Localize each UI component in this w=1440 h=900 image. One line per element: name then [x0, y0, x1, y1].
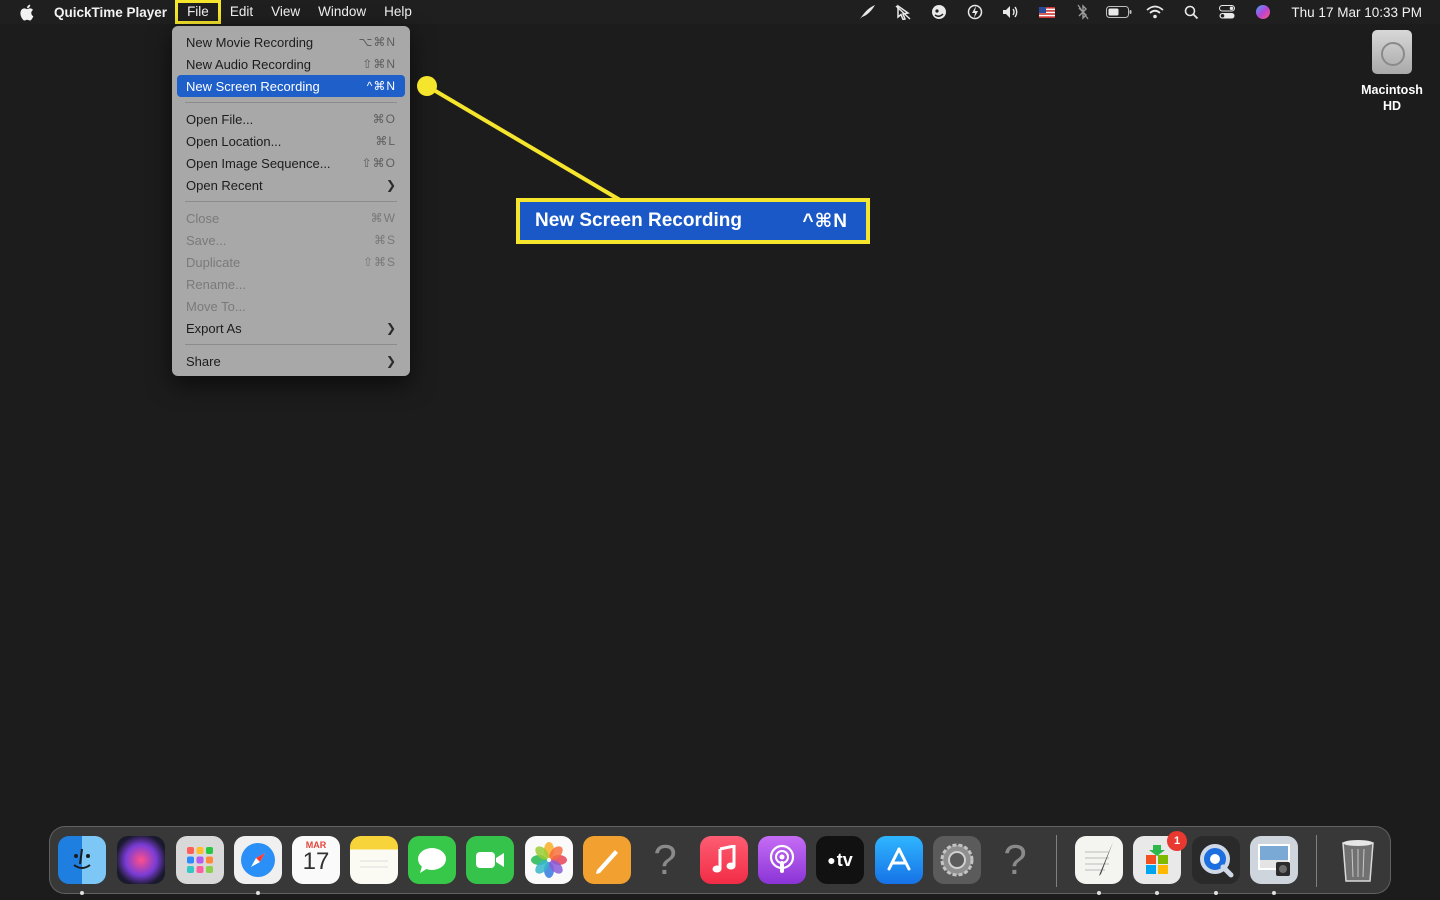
window-menu[interactable]: Window: [309, 0, 375, 24]
status-area: Thu 17 Mar 10:33 PM: [849, 0, 1422, 24]
question-mark-icon[interactable]: ?: [991, 836, 1039, 884]
podcasts-icon[interactable]: [758, 836, 806, 884]
running-indicator: [1155, 891, 1159, 895]
apple-menu-icon[interactable]: [0, 0, 52, 24]
chevron-right-icon: ❯: [385, 321, 396, 335]
dock: MAR 17 ? ● tv ? 1: [49, 826, 1391, 895]
volume-icon[interactable]: [993, 0, 1029, 24]
menu-item-new-movie-recording[interactable]: New Movie Recording ⌥⌘N: [177, 31, 405, 53]
pages-icon[interactable]: [583, 836, 631, 884]
globe-face-icon[interactable]: [921, 0, 957, 24]
macintosh-hd-desktop-icon[interactable]: Macintosh HD: [1352, 30, 1432, 114]
drive-label: Macintosh HD: [1361, 83, 1423, 113]
menu-item-new-screen-recording[interactable]: New Screen Recording ^⌘N: [177, 75, 405, 97]
dock-divider: [1056, 835, 1057, 887]
menu-item-open-image-sequence[interactable]: Open Image Sequence... ⇧⌘O: [177, 152, 405, 174]
menu-separator: [185, 201, 397, 202]
wifi-icon[interactable]: [1137, 0, 1173, 24]
menu-item-open-location[interactable]: Open Location... ⌘L: [177, 130, 405, 152]
notification-badge: 1: [1167, 831, 1187, 851]
running-indicator: [1097, 891, 1101, 895]
callout-label: New Screen Recording: [535, 210, 742, 231]
finder-icon[interactable]: [58, 836, 106, 884]
trash-icon[interactable]: [1334, 836, 1382, 884]
file-menu[interactable]: File: [175, 0, 221, 24]
launchpad-icon[interactable]: [176, 836, 224, 884]
menu-separator: [185, 344, 397, 345]
menubar-clock[interactable]: Thu 17 Mar 10:33 PM: [1291, 5, 1422, 20]
question-mark-icon[interactable]: ?: [641, 836, 689, 884]
facetime-icon[interactable]: [466, 836, 514, 884]
edit-menu[interactable]: Edit: [221, 0, 262, 24]
chevron-right-icon: ❯: [385, 178, 396, 192]
microsoft-autoupdate-icon[interactable]: 1: [1133, 831, 1187, 884]
view-menu[interactable]: View: [262, 0, 309, 24]
control-center-icon[interactable]: [1209, 0, 1245, 24]
app-name-menu[interactable]: QuickTime Player: [52, 5, 169, 20]
menu-item-export-as[interactable]: Export As ❯: [177, 317, 405, 339]
bluetooth-icon[interactable]: [1065, 0, 1101, 24]
dock-divider: [1316, 835, 1317, 887]
apple-logo-icon: ●: [827, 852, 836, 868]
help-menu[interactable]: Help: [375, 0, 421, 24]
file-menu-dropdown: New Movie Recording ⌥⌘N New Audio Record…: [172, 26, 410, 376]
menu-item-share[interactable]: Share ❯: [177, 350, 405, 372]
messages-icon[interactable]: [408, 836, 456, 884]
menu-separator: [185, 102, 397, 103]
siri-icon[interactable]: [1245, 0, 1281, 24]
running-indicator: [256, 891, 260, 895]
menu-item-open-recent[interactable]: Open Recent ❯: [177, 174, 405, 196]
chevron-right-icon: ❯: [385, 354, 396, 368]
search-icon[interactable]: [1173, 0, 1209, 24]
menu-item-open-file[interactable]: Open File... ⌘O: [177, 108, 405, 130]
music-icon[interactable]: [700, 836, 748, 884]
feather-icon[interactable]: [849, 0, 885, 24]
menu-bar: QuickTime Player File Edit View Window H…: [0, 0, 1440, 24]
menu-item-new-audio-recording[interactable]: New Audio Recording ⇧⌘N: [177, 53, 405, 75]
hard-drive-icon: [1372, 30, 1412, 74]
cursor-off-icon[interactable]: [885, 0, 921, 24]
textedit-icon[interactable]: [1075, 836, 1123, 884]
battery-icon[interactable]: [1101, 0, 1137, 24]
menu-item-duplicate[interactable]: Duplicate ⇧⌘S: [177, 251, 405, 273]
quicktime-player-icon[interactable]: [1192, 836, 1240, 884]
us-flag-icon[interactable]: [1029, 0, 1065, 24]
running-indicator: [1272, 891, 1276, 895]
app-store-icon[interactable]: [875, 836, 923, 884]
menu-item-close[interactable]: Close ⌘W: [177, 207, 405, 229]
running-indicator: [1214, 891, 1218, 895]
menu-item-save[interactable]: Save... ⌘S: [177, 229, 405, 251]
menu-item-move-to[interactable]: Move To...: [177, 295, 405, 317]
apple-tv-icon[interactable]: ● tv: [816, 836, 864, 884]
callout-zoom-box: New Screen Recording ^⌘N: [516, 198, 870, 244]
siri-app-icon[interactable]: [117, 836, 165, 884]
system-preferences-icon[interactable]: [933, 836, 981, 884]
photos-icon[interactable]: [525, 836, 573, 884]
menu-item-rename[interactable]: Rename...: [177, 273, 405, 295]
callout-shortcut: ^⌘N: [802, 210, 848, 232]
bolt-icon[interactable]: [957, 0, 993, 24]
preview-icon[interactable]: [1250, 836, 1298, 884]
safari-icon[interactable]: [234, 836, 282, 884]
running-indicator: [80, 891, 84, 895]
calendar-icon[interactable]: MAR 17: [292, 836, 340, 884]
notes-icon[interactable]: [350, 836, 398, 884]
